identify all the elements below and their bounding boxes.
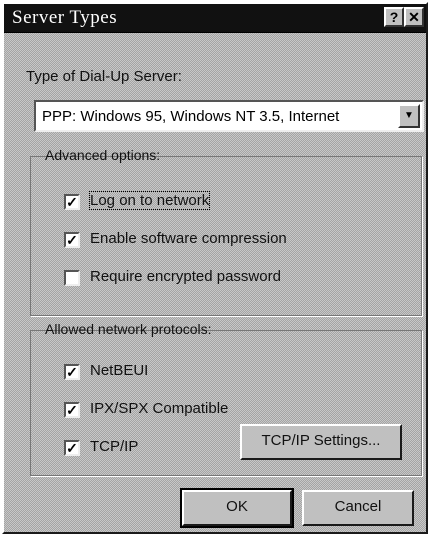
tcp-ip-settings-button[interactable]: TCP/IP Settings...: [240, 424, 402, 460]
software-compression-label[interactable]: Enable software compression: [90, 230, 287, 247]
close-icon[interactable]: ✕: [404, 7, 424, 27]
server-type-value: PPP: Windows 95, Windows NT 3.5, Interne…: [42, 108, 340, 125]
cancel-button[interactable]: Cancel: [302, 490, 414, 526]
title-bar[interactable]: Server Types ? ✕: [4, 4, 426, 33]
encrypted-password-label[interactable]: Require encrypted password: [90, 268, 281, 285]
server-type-select[interactable]: PPP: Windows 95, Windows NT 3.5, Interne…: [34, 100, 424, 132]
window-title: Server Types: [12, 7, 118, 28]
ok-button[interactable]: OK: [180, 488, 294, 528]
server-types-dialog: Server Types ? ✕ Type of Dial-Up Server:…: [2, 2, 428, 534]
netbeui-checkbox[interactable]: ✓: [64, 364, 80, 380]
network-protocols-legend: Allowed network protocols:: [45, 321, 212, 337]
help-icon[interactable]: ?: [384, 7, 404, 27]
ipx-spx-checkbox[interactable]: ✓: [64, 402, 80, 418]
ipx-spx-label[interactable]: IPX/SPX Compatible: [90, 400, 228, 417]
log-on-checkbox[interactable]: ✓: [64, 194, 80, 210]
encrypted-password-checkbox[interactable]: [64, 270, 80, 286]
software-compression-checkbox[interactable]: ✓: [64, 232, 80, 248]
advanced-options-legend: Advanced options:: [45, 147, 161, 163]
netbeui-label[interactable]: NetBEUI: [90, 362, 148, 379]
tcp-ip-label[interactable]: TCP/IP: [90, 438, 138, 455]
server-type-label: Type of Dial-Up Server:: [26, 68, 182, 85]
log-on-label[interactable]: Log on to network: [88, 191, 211, 210]
chevron-down-icon[interactable]: ▼: [398, 104, 420, 128]
tcp-ip-checkbox[interactable]: ✓: [64, 440, 80, 456]
